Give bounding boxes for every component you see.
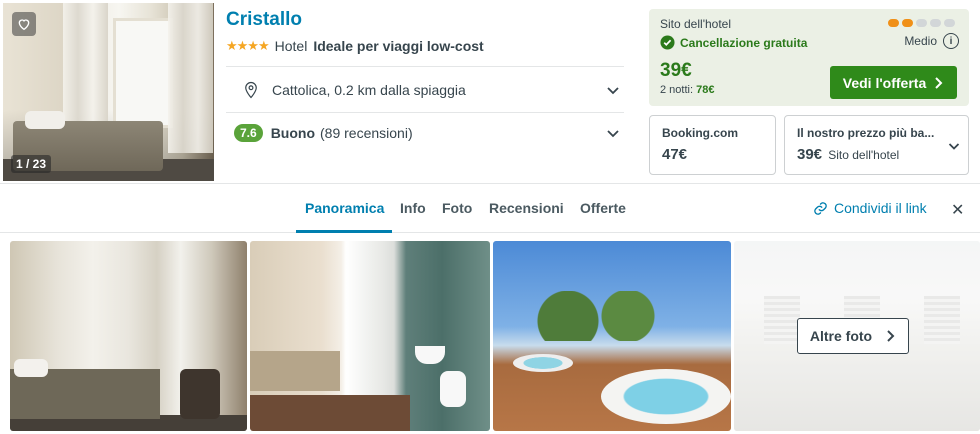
rating-line: ★★★★ Hotel Ideale per viaggi low-cost xyxy=(226,38,624,54)
gallery-photo-room[interactable] xyxy=(10,241,247,431)
hotel-info: Cristallo ★★★★ Hotel Ideale per viaggi l… xyxy=(226,9,624,142)
window xyxy=(113,18,173,128)
level-dot xyxy=(930,19,941,27)
nights-label: 2 notti: xyxy=(660,84,694,96)
gallery-photo-bathroom[interactable] xyxy=(250,241,490,431)
star-rating: ★★★★ xyxy=(226,38,270,53)
check-circle-icon xyxy=(660,35,675,50)
score-badge: 7.6 xyxy=(234,123,263,142)
level-dot xyxy=(888,19,899,27)
review-count: (89 recensioni) xyxy=(320,124,413,141)
tab-reviews[interactable]: Recensioni xyxy=(489,200,564,216)
detail-tabs: Panoramica Info Foto Recensioni Offerte … xyxy=(0,183,980,233)
top-deal[interactable]: Sito dell'hotel Cancellazione gratuita 3… xyxy=(649,9,969,106)
share-link-button[interactable]: Condividi il link xyxy=(813,200,927,216)
gallery-photo-terrace[interactable] xyxy=(493,241,731,431)
chevron-right-icon xyxy=(935,76,943,89)
deal-price: 39€ xyxy=(660,60,692,81)
curtain xyxy=(168,3,213,153)
accommodation-type: Hotel xyxy=(274,38,308,54)
floor xyxy=(250,395,410,431)
tab-photos[interactable]: Foto xyxy=(442,200,472,216)
cancellation-text: Cancellazione gratuita xyxy=(680,35,808,50)
chevron-down-icon xyxy=(948,143,960,150)
tab-offers[interactable]: Offerte xyxy=(580,200,626,216)
price-level-indicator xyxy=(888,19,955,27)
total-price: 2 notti: 78€ xyxy=(660,84,714,96)
more-photos-label: Altre foto xyxy=(809,328,873,344)
hot-tub xyxy=(601,369,731,424)
alt-price: 39€ Sito dell'hotel xyxy=(797,146,899,163)
location-text: Cattolica, 0.2 km dalla spiaggia xyxy=(272,81,466,98)
chevron-right-icon xyxy=(887,330,895,342)
hotel-name[interactable]: Cristallo xyxy=(226,9,624,31)
info-icon[interactable]: i xyxy=(943,33,959,49)
active-tab-indicator xyxy=(296,230,392,233)
score-label: Buono xyxy=(270,124,316,141)
chevron-down-icon xyxy=(607,86,619,94)
view-offer-button[interactable]: Vedi l'offerta xyxy=(830,66,957,99)
pillow xyxy=(14,359,48,377)
deal-provider: Sito dell'hotel xyxy=(660,17,732,31)
view-offer-label: Vedi l'offerta xyxy=(842,74,927,91)
alt-price: 47€ xyxy=(662,146,688,163)
alt-price-note: Sito dell'hotel xyxy=(828,148,900,162)
pillow xyxy=(25,111,65,129)
alt-price-value: 39€ xyxy=(797,146,823,163)
trees xyxy=(523,291,673,341)
more-photos-button[interactable]: Altre foto xyxy=(797,318,909,354)
share-label: Condividi il link xyxy=(834,200,927,216)
close-icon[interactable]: ✕ xyxy=(951,200,964,220)
location-pin-icon xyxy=(245,81,257,98)
level-dot xyxy=(944,19,955,27)
nights-total: 78€ xyxy=(696,84,715,96)
tab-overview[interactable]: Panoramica xyxy=(305,200,384,216)
location-row[interactable]: Cattolica, 0.2 km dalla spiaggia xyxy=(226,66,624,112)
favorite-button[interactable] xyxy=(12,12,36,36)
alt-deal-booking[interactable]: Booking.com 47€ xyxy=(649,115,776,175)
heart-icon xyxy=(18,19,30,31)
tab-info[interactable]: Info xyxy=(400,200,426,216)
hotel-main-photo[interactable]: 1 / 23 xyxy=(3,3,214,181)
price-level-label: Medio xyxy=(904,34,937,48)
price-level[interactable]: Medio i xyxy=(904,33,959,49)
free-cancellation: Cancellazione gratuita xyxy=(660,35,807,50)
level-dot xyxy=(916,19,927,27)
alt-provider: Booking.com xyxy=(662,126,739,140)
hot-tub xyxy=(513,354,573,372)
chevron-down-icon xyxy=(607,129,619,137)
hotel-tagline: Ideale per viaggi low-cost xyxy=(313,38,484,54)
chair xyxy=(180,369,220,419)
photo-counter: 1 / 23 xyxy=(11,155,52,173)
level-dot xyxy=(902,19,913,27)
toilet xyxy=(440,371,466,407)
reviews-row[interactable]: 7.6 Buono (89 recensioni) xyxy=(226,112,624,152)
bed xyxy=(250,351,340,391)
alt-deal-lowest[interactable]: Il nostro prezzo più ba... 39€ Sito dell… xyxy=(784,115,969,175)
link-icon xyxy=(814,201,827,215)
sink xyxy=(415,346,445,364)
alt-provider: Il nostro prezzo più ba... xyxy=(797,126,935,140)
